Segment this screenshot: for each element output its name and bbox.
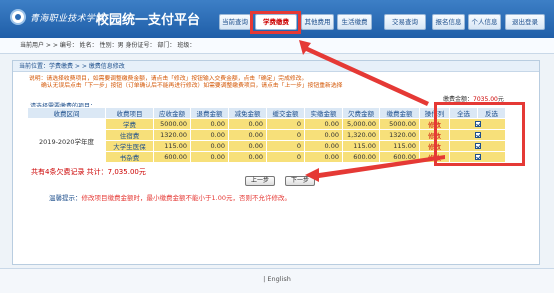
owed-cell: 1,320.00 <box>342 129 380 141</box>
school-name: 青海职业技术学院 <box>30 14 105 24</box>
item-cell: 书杂费 <box>105 151 154 163</box>
receivable-cell: 1320.00 <box>153 129 191 141</box>
nav-other-fees[interactable]: 其他费用 <box>301 14 334 30</box>
nav-transaction-query[interactable]: 交易查询 <box>384 14 426 30</box>
red-arrow-to-next-icon <box>305 155 445 182</box>
owed-cell: 115.00 <box>342 140 380 152</box>
col-header-deferred: 缓交金额 <box>266 107 305 119</box>
red-arrow-to-nav-icon <box>299 40 429 106</box>
col-header-refund: 退费金额 <box>190 107 229 119</box>
col-header-item: 收费项目 <box>105 107 154 119</box>
breadcrumb: 当前位置：学费缴费 > > 缴费信息修改 <box>13 61 539 72</box>
reduction-cell: 0.00 <box>228 129 267 141</box>
refund-cell: 0.00 <box>190 118 229 130</box>
warm-tip: 温馨提示：修改项目缴费金额时，最小缴费金额不能小于1.00元，否则不允许修改。 <box>49 192 291 202</box>
payment-cell: 115.00 <box>379 140 420 152</box>
payment-cell: 1320.00 <box>379 129 420 141</box>
language-link[interactable]: | English <box>263 275 291 283</box>
paid-cell: 0.00 <box>304 140 343 152</box>
refund-cell: 0.00 <box>190 129 229 141</box>
tip-text: 修改项目缴费金额时，最小缴费金额不能小于1.00元，否则不允许修改。 <box>81 194 291 202</box>
school-logo-icon <box>10 9 26 25</box>
paid-cell: 0.00 <box>304 129 343 141</box>
app-title: 校园统一支付平台 <box>96 13 201 28</box>
nav-living-payment[interactable]: 生活缴费 <box>337 14 372 30</box>
receivable-cell: 5000.00 <box>153 118 191 130</box>
deferred-cell: 0 <box>266 118 305 130</box>
nav-registration-info[interactable]: 报名信息 <box>432 14 465 30</box>
deferred-cell: 0 <box>266 129 305 141</box>
user-info-bar: 当前用户 > > 编号： 姓名： 性别：男 身份证号： 部门： 班级： <box>0 38 554 54</box>
receivable-cell: 600.00 <box>153 151 191 163</box>
period-cell: 2019-2020学年度 <box>27 118 106 163</box>
col-header-period: 收费区间 <box>27 107 106 119</box>
receivable-cell: 115.00 <box>153 140 191 152</box>
col-header-payment: 缴费金额 <box>379 107 420 119</box>
prev-step-button[interactable]: 上一步 <box>245 176 275 186</box>
reduction-cell: 0.00 <box>228 118 267 130</box>
footer: | English <box>0 268 554 293</box>
item-cell: 大学生医保 <box>105 140 154 152</box>
refund-cell: 0.00 <box>190 151 229 163</box>
tip-label: 温馨提示： <box>49 194 82 202</box>
nav-personal-info[interactable]: 个人信息 <box>468 14 501 30</box>
arrears-summary: 共有4条欠费记录 共计：7,035.00元 <box>31 168 146 176</box>
highlight-box-operations <box>434 102 525 166</box>
deferred-cell: 0 <box>266 151 305 163</box>
owed-cell: 5,000.00 <box>342 118 380 130</box>
deferred-cell: 0 <box>266 140 305 152</box>
nav-logout[interactable]: 退出登录 <box>505 14 545 30</box>
col-header-owed: 欠费金额 <box>342 107 380 119</box>
col-header-reduction: 减免金额 <box>228 107 267 119</box>
col-header-receivable: 应收金额 <box>153 107 191 119</box>
col-header-paid: 实缴金额 <box>304 107 343 119</box>
refund-cell: 0.00 <box>190 140 229 152</box>
payment-cell: 5000.00 <box>379 118 420 130</box>
highlight-box-nav <box>250 11 301 34</box>
paid-cell: 0.00 <box>304 118 343 130</box>
item-cell: 学费 <box>105 118 154 130</box>
item-cell: 住宿费 <box>105 129 154 141</box>
nav-current-query[interactable]: 当前查询 <box>219 14 251 30</box>
reduction-cell: 0.00 <box>228 140 267 152</box>
reduction-cell: 0.00 <box>228 151 267 163</box>
